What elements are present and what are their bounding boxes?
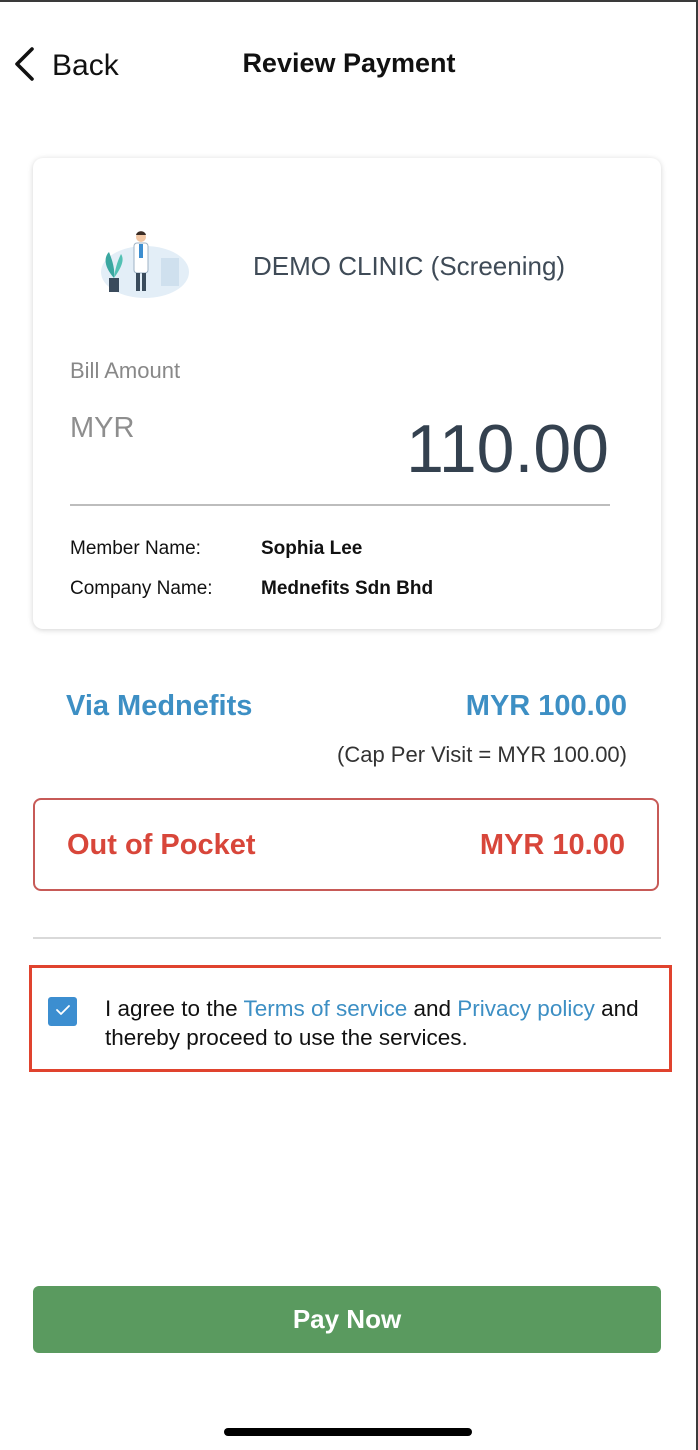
home-indicator xyxy=(224,1428,472,1436)
agree-checkbox[interactable] xyxy=(48,997,77,1026)
bill-card: DEMO CLINIC (Screening) Bill Amount MYR … xyxy=(33,158,661,629)
checkmark-icon xyxy=(55,1003,71,1021)
company-name-value: Mednefits Sdn Bhd xyxy=(261,578,434,599)
via-mednefits-amount: MYR 100.00 xyxy=(465,690,627,722)
via-mednefits-label: Via Mednefits xyxy=(66,690,253,722)
clinic-name: DEMO CLINIC (Screening) xyxy=(253,251,566,281)
section-divider xyxy=(33,937,661,939)
out-of-pocket-amount: MYR 10.00 xyxy=(479,829,625,861)
member-name-label: Member Name: xyxy=(70,538,201,559)
currency-label: MYR xyxy=(70,412,135,444)
pay-now-button[interactable]: Pay Now xyxy=(33,1286,661,1353)
card-divider xyxy=(70,504,610,506)
out-of-pocket-label: Out of Pocket xyxy=(67,829,256,861)
company-name-label: Company Name: xyxy=(70,578,213,599)
member-name-value: Sophia Lee xyxy=(261,538,363,559)
agreement-section: I agree to the Terms of service and Priv… xyxy=(29,965,672,1072)
agreement-text-part-2: and xyxy=(407,996,458,1021)
out-of-pocket-box: Out of Pocket MYR 10.00 xyxy=(33,798,659,891)
cap-per-visit-note: (Cap Per Visit = MYR 100.00) xyxy=(337,742,627,767)
bill-amount-label: Bill Amount xyxy=(70,358,181,383)
agreement-text-part-1: I agree to the xyxy=(105,996,244,1021)
page-title: Review Payment xyxy=(242,48,456,78)
bill-amount: 110.00 xyxy=(406,411,609,487)
agreement-text: I agree to the Terms of service and Priv… xyxy=(105,994,655,1052)
privacy-policy-link[interactable]: Privacy policy xyxy=(457,996,595,1021)
top-border xyxy=(0,0,698,2)
clinic-doctor-icon xyxy=(95,228,195,304)
terms-of-service-link[interactable]: Terms of service xyxy=(243,996,407,1021)
